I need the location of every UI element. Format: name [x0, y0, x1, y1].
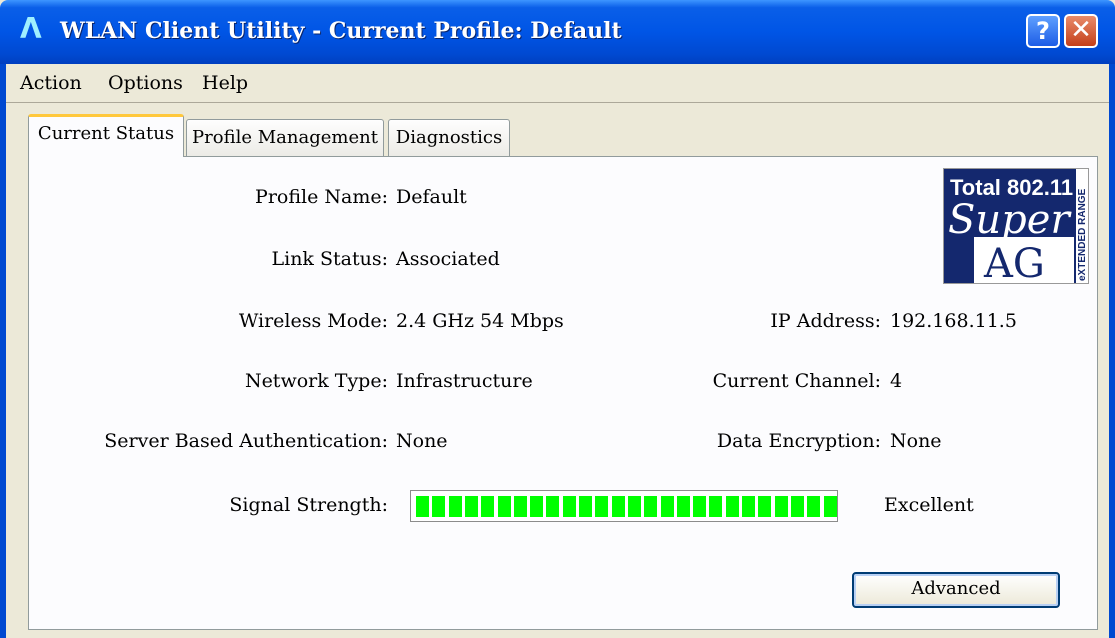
server-auth-label: Server Based Authentication: [104, 430, 388, 452]
menu-action[interactable]: Action [20, 72, 82, 94]
wireless-mode-label: Wireless Mode: [238, 310, 388, 332]
logo-side-text: eXTENDED RANGE [1077, 188, 1088, 281]
signal-segment [676, 496, 690, 517]
ip-address-value: 192.168.11.5 [890, 310, 1017, 332]
tab-profile-management[interactable]: Profile Management [186, 119, 384, 157]
current-status-panel [28, 156, 1098, 630]
window-frame-right [1109, 64, 1115, 638]
logo-line2: Super [948, 197, 1072, 243]
signal-segment [530, 496, 544, 517]
signal-segment [432, 496, 446, 517]
signal-segment [742, 496, 755, 517]
advanced-button[interactable]: Advanced [852, 572, 1060, 608]
network-type-value: Infrastructure [396, 370, 533, 392]
signal-segment [562, 496, 576, 517]
ip-address-label: IP Address: [770, 310, 881, 332]
data-encryption-value: None [890, 430, 942, 452]
link-status-value: Associated [396, 248, 500, 270]
network-type-label: Network Type: [244, 370, 388, 392]
signal-segment [611, 496, 625, 517]
signal-segment [481, 496, 495, 517]
signal-segment [627, 496, 641, 517]
window-frame-left [0, 64, 6, 638]
window-title: WLAN Client Utility - Current Profile: D… [60, 18, 622, 44]
signal-segment [513, 496, 527, 517]
signal-segment [546, 496, 560, 517]
wireless-mode-value: 2.4 GHz 54 Mbps [396, 310, 564, 332]
signal-segment [823, 496, 837, 517]
title-bar[interactable]: Λ WLAN Client Utility - Current Profile:… [0, 0, 1115, 64]
link-status-label: Link Status: [271, 248, 389, 270]
signal-segment [758, 496, 772, 517]
current-channel-label: Current Channel: [712, 370, 881, 392]
super-ag-logo-image: Total 802.11 Super AG eXTENDED RANGE [944, 169, 1088, 283]
profile-name-label: Profile Name: [255, 186, 388, 208]
super-ag-logo: Total 802.11 Super AG eXTENDED RANGE [943, 168, 1089, 284]
signal-quality-text: Excellent [884, 494, 974, 516]
signal-segment [725, 496, 739, 517]
wlan-window: Λ WLAN Client Utility - Current Profile:… [0, 0, 1115, 638]
menu-options[interactable]: Options [108, 72, 183, 94]
tab-current-status[interactable]: Current Status [28, 114, 184, 157]
tab-diagnostics[interactable]: Diagnostics [388, 119, 510, 157]
profile-name-value: Default [396, 186, 467, 208]
signal-segment [416, 496, 429, 517]
signal-strength-bar [410, 490, 838, 522]
signal-segment [464, 496, 478, 517]
signal-segment [807, 496, 821, 517]
help-button[interactable]: ? [1026, 14, 1060, 48]
signal-segment [595, 496, 609, 517]
signal-segment [448, 496, 462, 517]
signal-segment [579, 496, 592, 517]
signal-segment [693, 496, 707, 517]
current-channel-value: 4 [890, 370, 903, 392]
server-auth-value: None [396, 430, 448, 452]
app-icon: Λ [20, 12, 42, 45]
signal-strength-label: Signal Strength: [229, 494, 388, 516]
menu-separator [6, 102, 1109, 103]
signal-segment [644, 496, 658, 517]
signal-segment [660, 496, 674, 517]
menu-help[interactable]: Help [202, 72, 248, 94]
signal-segment [709, 496, 723, 517]
menu-bar: Action Options Help [6, 64, 1109, 102]
data-encryption-label: Data Encryption: [716, 430, 881, 452]
signal-segment [774, 496, 788, 517]
signal-segment [497, 496, 511, 517]
signal-segment [790, 496, 804, 517]
close-button[interactable]: ✕ [1064, 14, 1098, 48]
logo-line3: AG [983, 241, 1045, 283]
